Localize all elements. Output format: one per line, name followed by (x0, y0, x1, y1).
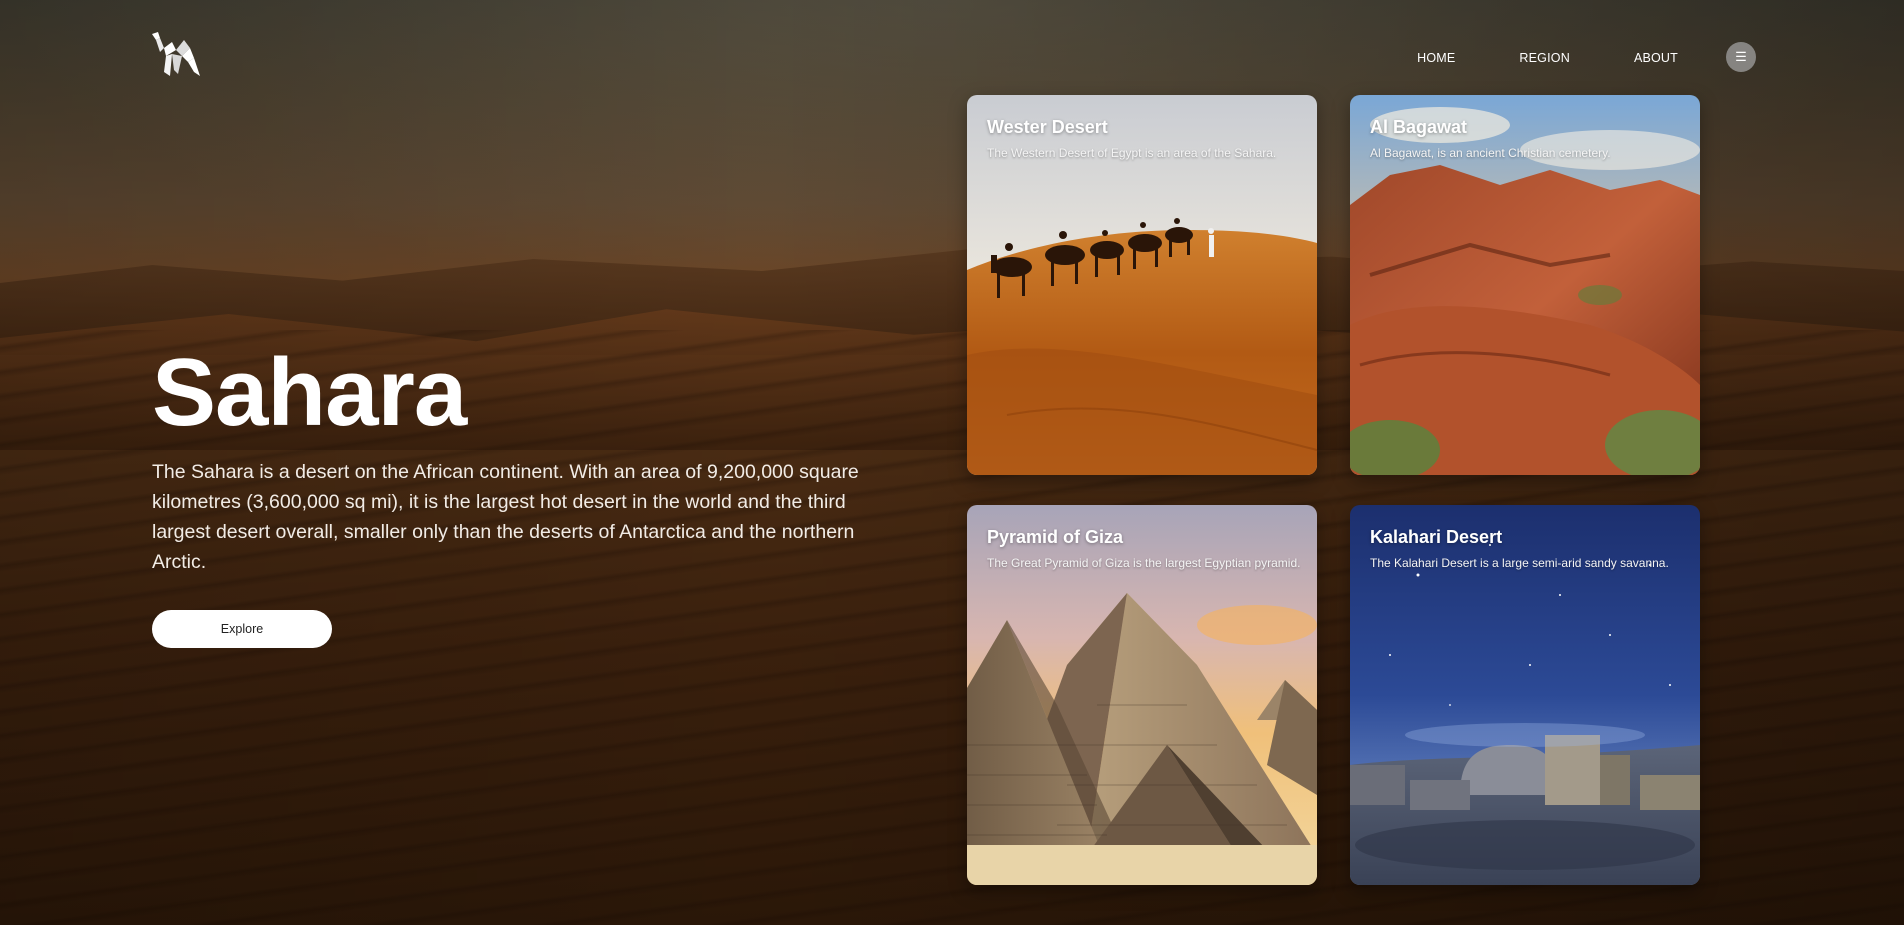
card-description: Al Bagawat, is an ancient Christian ceme… (1370, 146, 1611, 160)
nav-home-link[interactable]: HOME (1417, 51, 1455, 65)
menu-button[interactable]: ☰ (1726, 42, 1756, 72)
nav-about-link[interactable]: ABOUT (1634, 51, 1678, 65)
hero-title: Sahara (152, 339, 467, 446)
card-description: The Kalahari Desert is a large semi-arid… (1370, 556, 1669, 570)
card-title: Wester Desert (987, 117, 1108, 137)
menu-icon: ☰ (1735, 49, 1747, 64)
hero-description: The Sahara is a desert on the African co… (152, 461, 859, 573)
top-navigation: HOME REGION ABOUT ☰ (1417, 42, 1756, 72)
hero-section: Sahara The Sahara is a desert on the Afr… (152, 345, 892, 648)
card-description: The Great Pyramid of Giza is the largest… (987, 556, 1301, 570)
camel-logo-icon[interactable] (150, 32, 202, 80)
nav-region-link[interactable]: REGION (1519, 51, 1570, 65)
explore-button[interactable]: Explore (152, 610, 332, 648)
card-wester-desert[interactable]: Wester Desert The Western Desert of Egyp… (967, 95, 1317, 475)
card-pyramid-of-giza[interactable]: Pyramid of Giza The Great Pyramid of Giz… (967, 505, 1317, 885)
card-kalahari-desert[interactable]: Kalahari Desert The Kalahari Desert is a… (1350, 505, 1700, 885)
card-title: Kalahari Desert (1370, 527, 1503, 547)
card-al-bagawat[interactable]: Al Bagawat Al Bagawat, is an ancient Chr… (1350, 95, 1700, 475)
card-description: The Western Desert of Egypt is an area o… (987, 146, 1277, 160)
card-title: Pyramid of Giza (987, 527, 1124, 547)
card-title: Al Bagawat (1370, 117, 1468, 137)
